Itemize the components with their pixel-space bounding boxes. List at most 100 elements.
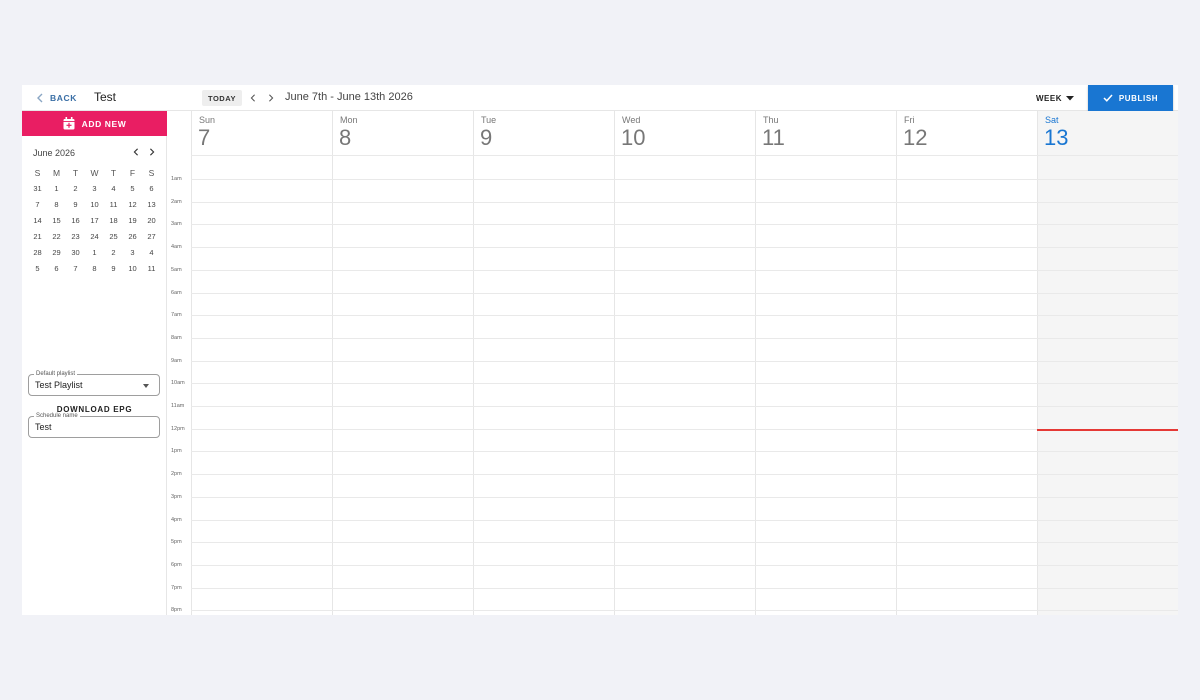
mini-calendar-day[interactable]: 25	[104, 229, 123, 245]
mini-calendar-day[interactable]: 23	[66, 229, 85, 245]
hour-label: 3pm	[171, 493, 182, 500]
day-name: Tue	[481, 115, 497, 125]
mini-calendar-day[interactable]: 27	[142, 229, 161, 245]
mini-calendar-day[interactable]: 4	[142, 245, 161, 261]
hour-label: 1am	[171, 176, 182, 182]
hour-label: 7am	[171, 312, 182, 319]
mini-calendar-day[interactable]: 10	[85, 197, 104, 213]
mini-calendar-day[interactable]: 15	[47, 213, 66, 229]
view-label: WEEK	[1036, 93, 1062, 103]
mini-calendar-day[interactable]: 18	[104, 213, 123, 229]
mini-calendar-weekday: F	[129, 168, 136, 178]
mini-calendar-day[interactable]: 10	[123, 261, 142, 277]
default-playlist-value: Test Playlist	[35, 380, 83, 390]
hour-line	[191, 315, 1178, 317]
hour-label: 11am	[171, 403, 185, 409]
mini-calendar-day[interactable]: 7	[66, 261, 85, 277]
hour-line	[191, 383, 1178, 385]
chevron-right-icon	[150, 148, 155, 156]
mini-calendar-day[interactable]: 1	[47, 181, 66, 197]
hour-line	[191, 451, 1178, 453]
mini-next-month-button[interactable]	[146, 145, 158, 159]
day-column-fri[interactable]: Fri 12	[896, 111, 1037, 615]
mini-calendar-day[interactable]: 6	[142, 181, 161, 197]
mini-calendar-day[interactable]: 11	[104, 197, 123, 213]
mini-calendar-day[interactable]: 28	[28, 245, 47, 261]
mini-calendar-day[interactable]: 5	[123, 181, 142, 197]
mini-calendar-day[interactable]: 12	[123, 197, 142, 213]
day-column-mon[interactable]: Mon 8	[332, 111, 473, 615]
calendar-plus-icon	[63, 117, 75, 130]
hour-line	[191, 428, 1178, 430]
day-column-sat[interactable]: Sat 13	[1037, 111, 1178, 615]
mini-calendar-weekday: S	[34, 168, 41, 178]
day-column-wed[interactable]: Wed 10	[614, 111, 755, 615]
day-name: Mon	[340, 115, 358, 125]
mini-calendar-day[interactable]: 9	[66, 197, 85, 213]
mini-calendar-day[interactable]: 14	[28, 213, 47, 229]
day-number: 13	[1044, 125, 1069, 150]
mini-calendar-day[interactable]: 9	[104, 261, 123, 277]
mini-calendar-day[interactable]: 11	[142, 261, 161, 277]
download-epg-button[interactable]: DOWNLOAD EPG	[22, 405, 167, 414]
schedule-name-field[interactable]: Schedule name Test	[28, 412, 160, 438]
mini-calendar-day[interactable]: 19	[123, 213, 142, 229]
mini-calendar-day[interactable]: 8	[85, 261, 104, 277]
mini-calendar-day[interactable]: 7	[28, 197, 47, 213]
prev-week-button[interactable]	[246, 90, 260, 106]
day-number: 9	[480, 125, 493, 150]
scheduler-app: BACK Test TODAY June 7th - June 13th 202…	[22, 85, 1178, 615]
day-number: 7	[198, 125, 211, 150]
mini-calendar-day[interactable]: 2	[104, 245, 123, 261]
mini-calendar-weekday: W	[90, 168, 99, 178]
mini-calendar-day[interactable]: 3	[123, 245, 142, 261]
mini-calendar-day[interactable]: 30	[66, 245, 85, 261]
today-button[interactable]: TODAY	[202, 90, 242, 106]
default-playlist-select[interactable]: Default playlist Test Playlist	[28, 370, 160, 396]
hour-label: 4am	[171, 244, 182, 251]
mini-calendar-weekday-row: SMTWTFS	[28, 165, 162, 181]
mini-prev-month-button[interactable]	[130, 145, 142, 159]
hour-label: 8am	[171, 334, 182, 341]
hour-line	[191, 542, 1178, 544]
mini-calendar-day[interactable]: 22	[47, 229, 66, 245]
mini-calendar-day[interactable]: 6	[47, 261, 66, 277]
day-column-sun[interactable]: Sun 7	[191, 111, 332, 615]
mini-calendar-day[interactable]: 3	[85, 181, 104, 197]
mini-calendar-day[interactable]: 4	[104, 181, 123, 197]
hour-label: 6pm	[171, 561, 182, 568]
view-selector[interactable]: WEEK	[1036, 91, 1074, 105]
hour-label: 1pm	[171, 448, 182, 455]
hour-label: 10am	[171, 380, 185, 387]
mini-calendar-day[interactable]: 29	[47, 245, 66, 261]
mini-calendar-day[interactable]: 16	[66, 213, 85, 229]
mini-calendar-day[interactable]: 17	[85, 213, 104, 229]
mini-calendar-day[interactable]: 1	[85, 245, 104, 261]
next-week-button[interactable]	[264, 90, 278, 106]
mini-calendar-day[interactable]: 31	[28, 181, 47, 197]
publish-button[interactable]: PUBLISH	[1088, 85, 1173, 111]
caret-down-icon	[143, 384, 149, 388]
mini-calendar-day[interactable]: 20	[142, 213, 161, 229]
mini-calendar-day[interactable]: 2	[66, 181, 85, 197]
day-header: Fri 12	[897, 111, 1037, 155]
add-new-button[interactable]: ADD NEW	[22, 111, 167, 136]
add-new-label: ADD NEW	[81, 118, 127, 129]
day-column-thu[interactable]: Thu 11	[755, 111, 896, 615]
mini-calendar-day[interactable]: 26	[123, 229, 142, 245]
hour-label: 2am	[171, 198, 182, 205]
mini-calendar-day[interactable]: 24	[85, 229, 104, 245]
mini-calendar-day[interactable]: 21	[28, 229, 47, 245]
publish-label: PUBLISH	[1118, 93, 1159, 103]
mini-calendar-weekday: S	[148, 168, 155, 178]
mini-calendar-weekday: M	[52, 168, 61, 178]
chevron-left-icon	[250, 94, 255, 102]
mini-calendar-day[interactable]: 5	[28, 261, 47, 277]
mini-calendar-day[interactable]: 8	[47, 197, 66, 213]
chevron-left-icon	[37, 93, 43, 103]
day-column-tue[interactable]: Tue 9	[473, 111, 614, 615]
mini-calendar-day[interactable]: 13	[142, 197, 161, 213]
day-header: Thu 11	[756, 111, 896, 155]
day-number: 11	[762, 125, 785, 150]
back-button[interactable]: BACK	[36, 91, 77, 105]
